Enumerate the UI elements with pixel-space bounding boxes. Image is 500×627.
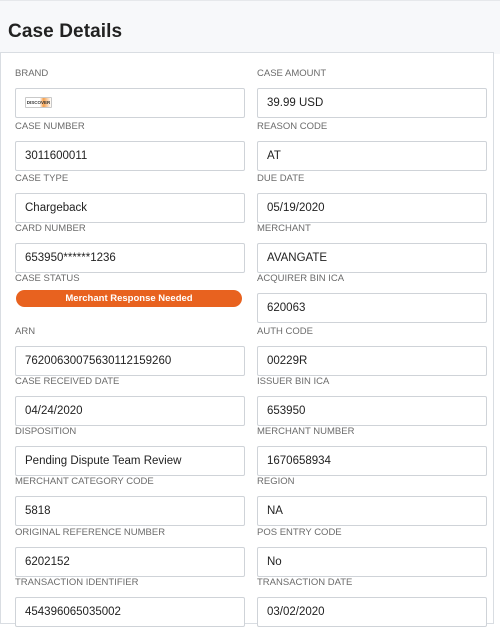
- field-transaction-identifier: TRANSACTION IDENTIFIER 454396065035002: [15, 576, 245, 627]
- field-label-disposition: DISPOSITION: [15, 426, 77, 437]
- field-original-reference-number: ORIGINAL REFERENCE NUMBER 6202152: [15, 526, 245, 577]
- field-label-card-number: CARD NUMBER: [15, 223, 86, 234]
- field-transaction-date: TRANSACTION DATE 03/02/2020: [257, 576, 487, 627]
- issuer-bin-ica-value: 653950: [257, 396, 487, 426]
- merchant-number-value: 1670658934: [257, 446, 487, 476]
- field-acquirer-bin-ica: ACQUIRER BIN ICA 620063: [257, 272, 487, 323]
- case-number-value: 3011600011: [15, 141, 245, 171]
- original-reference-number-value: 6202152: [15, 547, 245, 577]
- field-case-amount: CASE AMOUNT 39.99 USD: [257, 67, 487, 118]
- field-merchant-category-code: MERCHANT CATEGORY CODE 5818: [15, 475, 245, 526]
- field-label-case-type: CASE TYPE: [15, 173, 69, 184]
- field-label-transaction-identifier: TRANSACTION IDENTIFIER: [15, 577, 139, 588]
- field-case-type: CASE TYPE Chargeback: [15, 172, 245, 223]
- status-badge: Merchant Response Needed: [16, 290, 242, 307]
- field-label-auth-code: AUTH CODE: [257, 326, 313, 337]
- field-label-acquirer-bin-ica: ACQUIRER BIN ICA: [257, 273, 345, 284]
- field-label-pos-entry-code: POS ENTRY CODE: [257, 527, 342, 538]
- field-label-merchant: MERCHANT: [257, 223, 311, 234]
- field-label-case-received-date: CASE RECEIVED DATE: [15, 376, 120, 387]
- page-header: Case Details: [0, 0, 500, 54]
- field-label-brand: BRAND: [15, 68, 49, 79]
- case-amount-value: 39.99 USD: [257, 88, 487, 118]
- disposition-value: Pending Dispute Team Review: [15, 446, 245, 476]
- field-label-case-number: CASE NUMBER: [15, 121, 85, 132]
- auth-code-value: 00229R: [257, 346, 487, 376]
- field-label-due-date: DUE DATE: [257, 173, 305, 184]
- field-merchant-number: MERCHANT NUMBER 1670658934: [257, 425, 487, 476]
- field-label-merchant-category-code: MERCHANT CATEGORY CODE: [15, 476, 154, 487]
- field-arn: ARN 76200630075630112159260: [15, 325, 245, 376]
- case-received-date-value: 04/24/2020: [15, 396, 245, 426]
- field-due-date: DUE DATE 05/19/2020: [257, 172, 487, 223]
- merchant-value: AVANGATE: [257, 243, 487, 273]
- discover-card-logo: DISCOVER: [25, 97, 52, 108]
- field-label-transaction-date: TRANSACTION DATE: [257, 577, 353, 588]
- field-issuer-bin-ica: ISSUER BIN ICA 653950: [257, 375, 487, 426]
- arn-value: 76200630075630112159260: [15, 346, 245, 376]
- field-label-issuer-bin-ica: ISSUER BIN ICA: [257, 376, 330, 387]
- field-label-arn: ARN: [15, 326, 36, 337]
- acquirer-bin-ica-value: 620063: [257, 293, 487, 323]
- reason-code-value: AT: [257, 141, 487, 171]
- transaction-date-value: 03/02/2020: [257, 597, 487, 627]
- field-case-status: CASE STATUS Merchant Response Needed: [15, 272, 245, 307]
- field-label-region: REGION: [257, 476, 295, 487]
- brand-box: DISCOVER: [15, 88, 245, 118]
- case-details-panel: BRAND DISCOVER CASE AMOUNT 39.99 USD CAS…: [0, 52, 494, 627]
- case-type-value: Chargeback: [15, 193, 245, 223]
- field-region: REGION NA: [257, 475, 487, 526]
- pos-entry-code-value: No: [257, 547, 487, 577]
- field-pos-entry-code: POS ENTRY CODE No: [257, 526, 487, 577]
- field-label-original-reference-number: ORIGINAL REFERENCE NUMBER: [15, 527, 166, 538]
- field-case-received-date: CASE RECEIVED DATE 04/24/2020: [15, 375, 245, 426]
- field-label-merchant-number: MERCHANT NUMBER: [257, 426, 355, 437]
- field-label-reason-code: REASON CODE: [257, 121, 328, 132]
- field-auth-code: AUTH CODE 00229R: [257, 325, 487, 376]
- field-reason-code: REASON CODE AT: [257, 120, 487, 171]
- field-label-case-amount: CASE AMOUNT: [257, 68, 327, 79]
- field-card-number: CARD NUMBER 653950******1236: [15, 222, 245, 273]
- page-title: Case Details: [8, 21, 123, 42]
- transaction-identifier-value: 454396065035002: [15, 597, 245, 627]
- card-number-value: 653950******1236: [15, 243, 245, 273]
- region-value: NA: [257, 496, 487, 526]
- field-case-number: CASE NUMBER 3011600011: [15, 120, 245, 171]
- due-date-value: 05/19/2020: [257, 193, 487, 223]
- merchant-category-code-value: 5818: [15, 496, 245, 526]
- field-merchant: MERCHANT AVANGATE: [257, 222, 487, 273]
- field-label-case-status: CASE STATUS: [15, 273, 80, 284]
- field-brand: BRAND DISCOVER: [15, 67, 245, 118]
- field-disposition: DISPOSITION Pending Dispute Team Review: [15, 425, 245, 476]
